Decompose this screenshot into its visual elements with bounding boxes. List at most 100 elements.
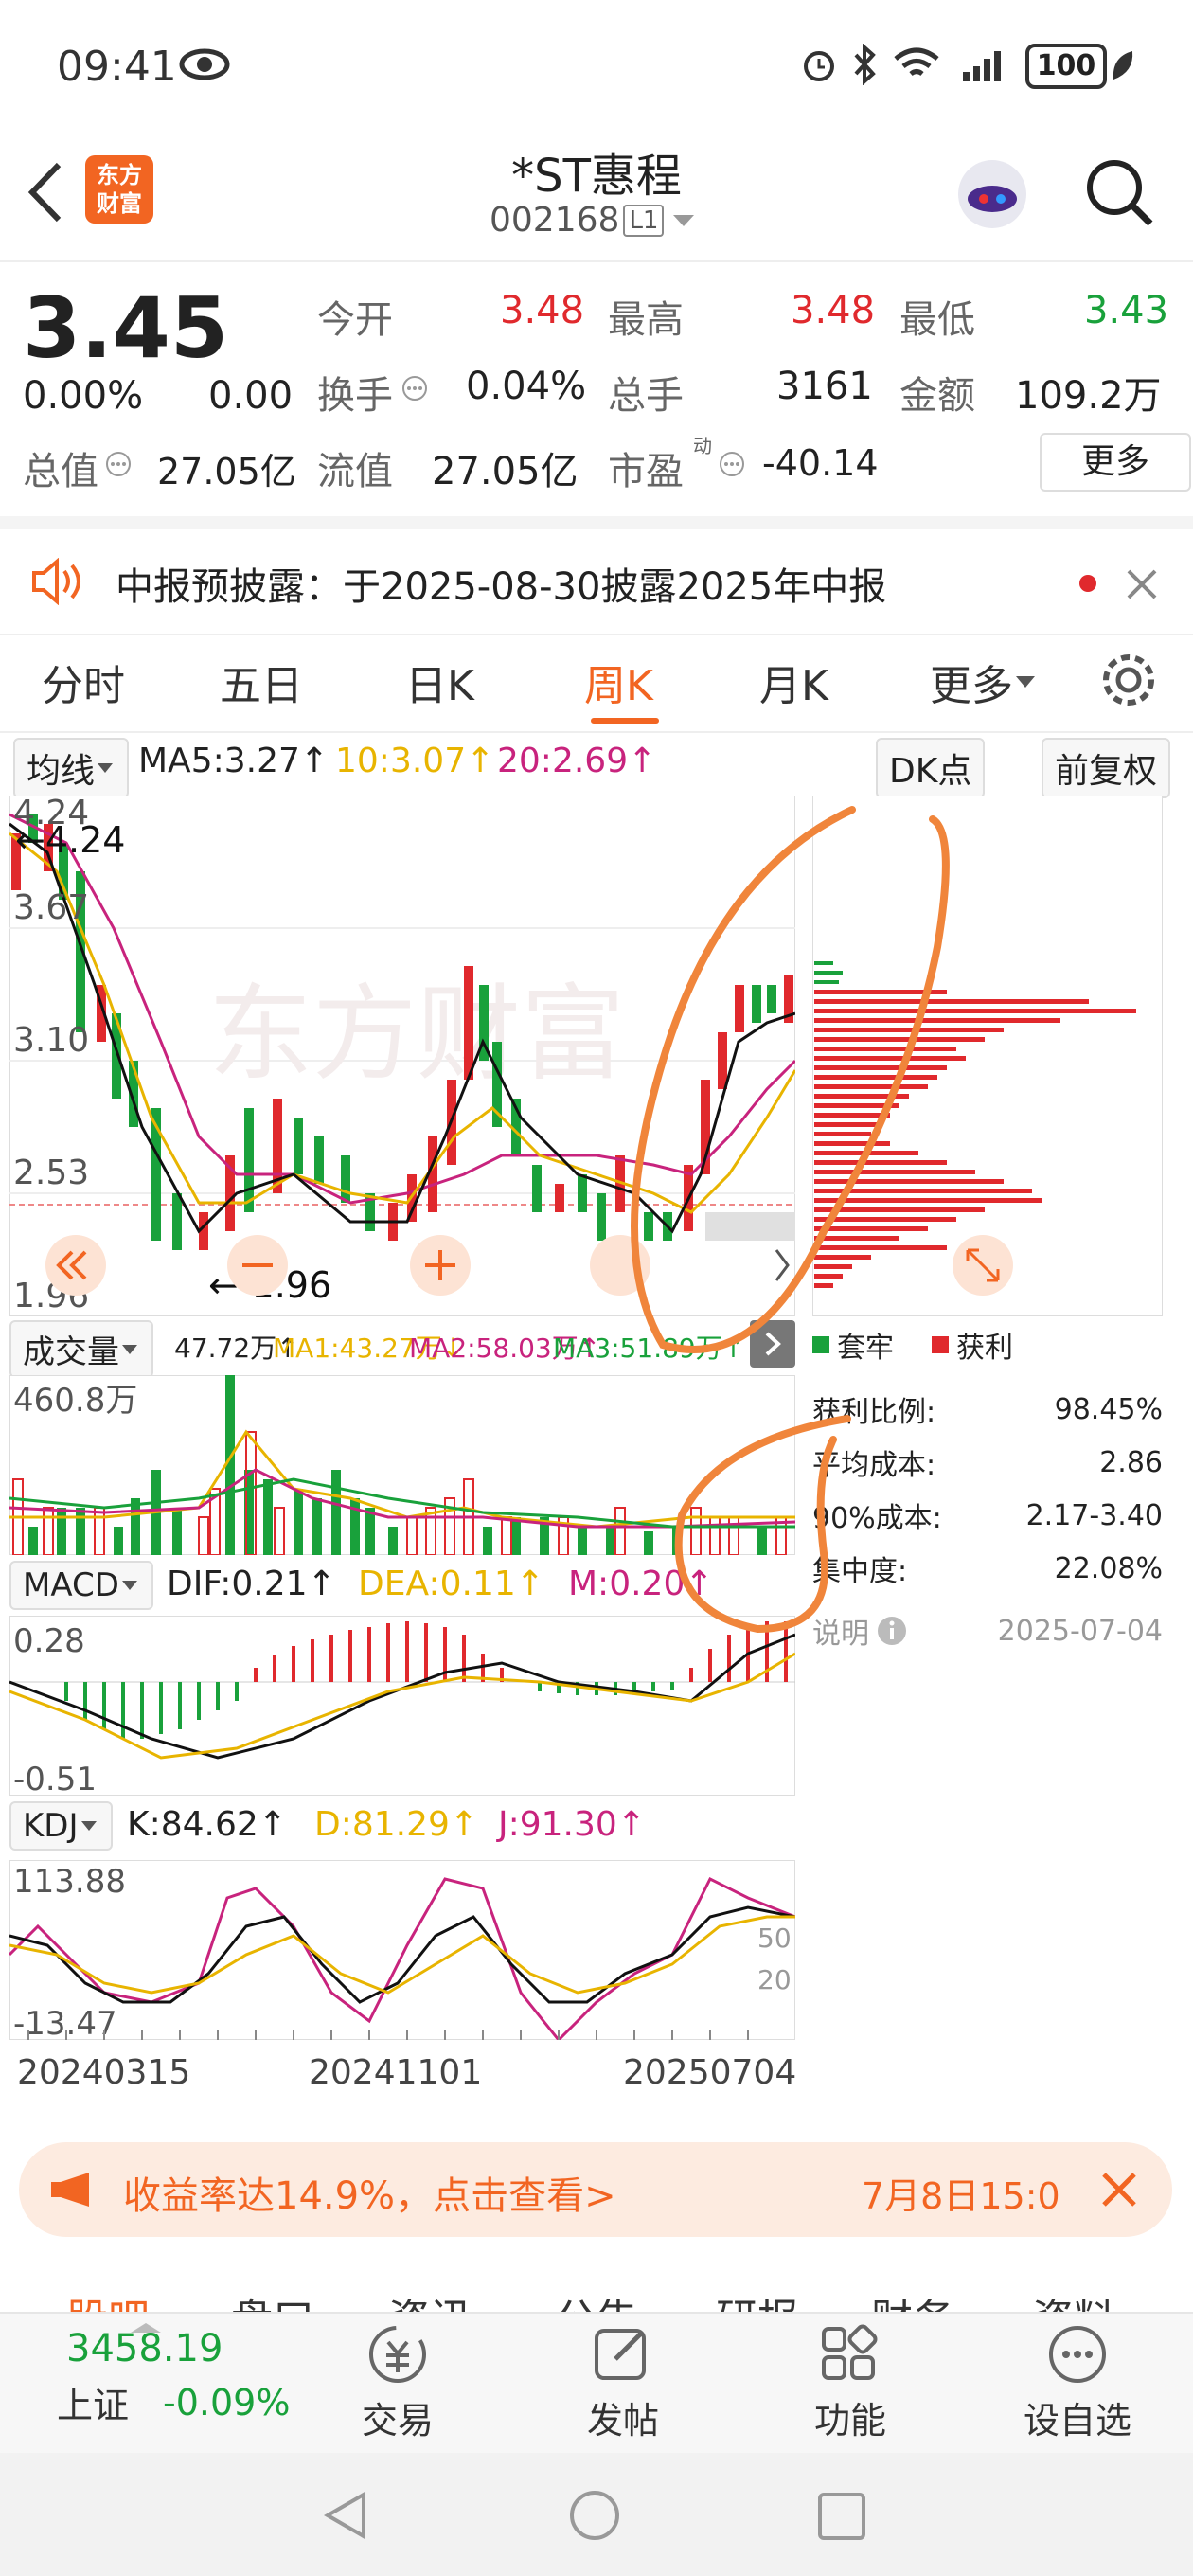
trapped-swatch [812,1336,829,1353]
notice-bar[interactable]: 中报预披露：于2025-08-30披露2025年中报 [0,516,1193,635]
section-tabs: 股吧 盘口 资讯 公告 研报 财务 资料 [0,2268,1193,2312]
explain-link[interactable]: 说明 [812,1610,909,1652]
index-name: 上证 [57,2385,130,2426]
wifi-icon [894,47,939,77]
tab-forum[interactable]: 股吧 [66,2285,150,2312]
max-mark: ←4.24 [15,819,125,861]
volume-label: 总手 [608,374,684,418]
dk-point-button[interactable]: DK点 [876,738,986,798]
last-price: 3.45 [23,279,229,377]
tab-orderbook[interactable]: 盘口 [231,2285,314,2312]
indicator-selector[interactable]: 均线 [13,738,130,798]
float-value: 27.05亿 [432,450,579,493]
close-icon[interactable] [1123,565,1161,603]
back-triangle-icon[interactable] [322,2489,369,2542]
volume-selector[interactable]: 成交量 [9,1320,153,1378]
tab-five-day[interactable]: 五日 [220,652,303,712]
banner-time: 7月8日15:0 [862,2175,1060,2217]
turnover-label: 换手 [317,374,393,418]
bluetooth-icon [854,44,876,85]
float-label: 流值 [317,450,393,493]
tab-monthly[interactable]: 月K [759,652,828,712]
caret-up-icon [131,2323,161,2333]
info-icon[interactable] [401,374,429,402]
turnover-value: 0.04% [466,365,587,408]
tab-profile[interactable]: 资料 [1032,2285,1115,2312]
tab-weekly[interactable]: 周K [584,652,653,712]
search-icon[interactable] [1082,155,1158,231]
kdj-chart[interactable]: 113.88 -13.47 50 20 [9,1860,795,2040]
mktcap-value: 27.05亿 [157,451,296,492]
pe-label: 市盈 [608,450,684,493]
avg-cost-value: 2.86 [1099,1445,1163,1479]
high-value: 3.48 [791,289,876,332]
tab-finance[interactable]: 财务 [871,2285,954,2312]
tab-research[interactable]: 研报 [716,2285,799,2312]
tab-announcements[interactable]: 公告 [555,2285,638,2312]
leaf-icon [1113,51,1133,80]
info-icon[interactable] [718,450,746,478]
axis-y2: 3.67 [13,888,89,927]
tab-daily[interactable]: 日K [405,652,474,712]
caret-down-icon [673,214,695,226]
volume-expand-button[interactable] [750,1320,795,1368]
volume-legend: 成交量 47.72万↑ MA1:43.27万↓ MA2:58.03万↑ MA3:… [9,1320,795,1378]
quote-panel: 3.45 0.00% 0.00 今开 3.48 最高 3.48 最低 3.43 … [0,262,1193,510]
tab-more[interactable]: 更多 [930,652,1038,712]
axis-y4: 2.53 [13,1154,89,1192]
kdj-legend: KDJ K:84.62↑ D:81.29↑ J:91.30↑ [9,1801,795,1851]
recents-square-icon[interactable] [816,2491,869,2544]
home-circle-icon[interactable] [566,2489,623,2546]
tab-intraday[interactable]: 分时 [42,652,125,712]
kdj-k: K:84.62↑ [127,1805,287,1844]
stock-code-row[interactable]: 002168 L1 [490,201,698,240]
status-time: 09:41 [57,43,177,91]
index-change: -0.09% [163,2381,291,2424]
low-label: 最低 [899,298,975,342]
robot-assistant-icon[interactable] [952,153,1033,235]
low-value: 3.43 [1084,289,1169,332]
kline-chart[interactable]: 东方财富 4.24 3.67 3.10 2.53 1.96 ←4.24 [9,796,795,1316]
macd-chart[interactable]: 0.28 -0.51 [9,1616,795,1796]
notice-text: 中报预披露：于2025-08-30披露2025年中报 [116,565,887,609]
speaker-icon [32,558,80,605]
more-button[interactable]: 更多 [1040,433,1191,492]
chip-distribution-chart[interactable] [812,796,1163,1316]
scroll-left-button [45,1235,106,1296]
nav-function[interactable]: 功能 [803,2321,898,2443]
pe-superscript: 动 [693,435,712,457]
bottom-nav: 3458.19 上证 -0.09% 交易 发帖 功能 设自选 [0,2312,1193,2454]
adjust-button[interactable]: 前复权 [1042,738,1171,798]
caret-down-icon [1016,676,1035,688]
promo-banner[interactable]: 收益率达14.9%，点击查看> 7月8日15:0 [19,2142,1172,2237]
info-icon[interactable] [104,450,133,478]
profit-swatch [932,1336,949,1353]
macd-dif: DIF:0.21↑ [167,1565,336,1603]
nav-trade[interactable]: 交易 [350,2321,445,2443]
volume-value: 3161 [776,365,873,408]
stock-code: 002168 [490,201,620,240]
date-start: 20240315 [17,2053,191,2092]
index-ticker[interactable]: 3458.19 上证 -0.09% [57,2323,291,2428]
volume-chart[interactable]: 460.8万 [9,1375,795,1555]
nav-add-watch[interactable]: 设自选 [1021,2321,1134,2443]
macd-dea: DEA:0.11↑ [358,1565,544,1603]
gear-icon[interactable] [1098,650,1159,710]
macd-legend: MACD DIF:0.21↑ DEA:0.11↑ M:0.20↑ [9,1561,795,1610]
nav-post[interactable]: 发帖 [576,2321,670,2443]
kdj-axis-50: 50 [757,1923,792,1954]
kdj-axis-top: 113.88 [13,1863,126,1901]
kdj-axis-20: 20 [757,1964,792,1995]
kdj-selector[interactable]: KDJ [9,1801,113,1851]
unread-dot [1079,575,1096,592]
macd-selector[interactable]: MACD [9,1561,153,1610]
vol-ma3: MA3:51.89万↑ [553,1333,745,1364]
cost90-value: 2.17-3.40 [1025,1498,1163,1532]
close-icon[interactable] [1100,2171,1138,2209]
date-end: 20250704 [623,2053,797,2092]
status-bar: 09:41 100 [0,0,1193,133]
pe-value: -40.14 [762,442,879,484]
eye-icon [179,48,230,80]
tab-news[interactable]: 资讯 [388,2285,472,2312]
mktcap-label: 总值 [23,450,98,493]
